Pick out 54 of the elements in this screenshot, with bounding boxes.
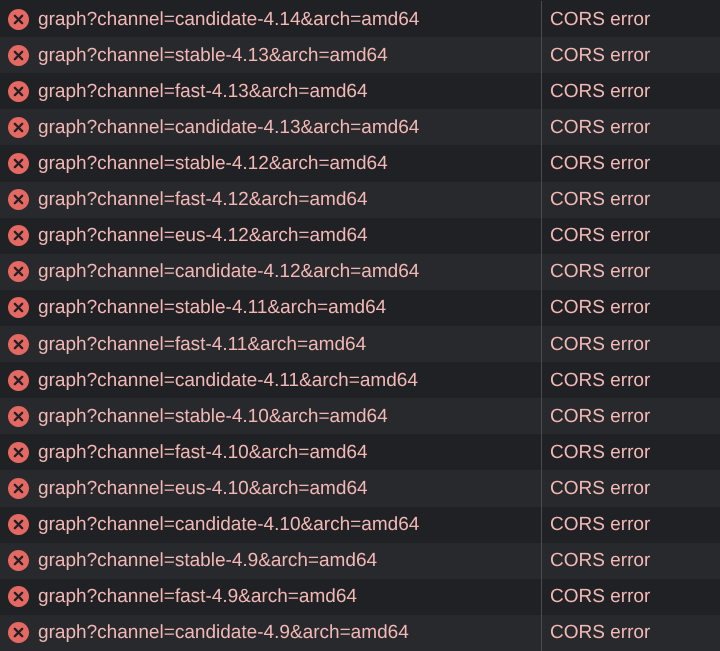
error-icon (8, 586, 29, 608)
request-name[interactable]: graph?channel=candidate-4.12&arch=amd64 (38, 262, 420, 282)
request-status: CORS error (550, 515, 650, 534)
request-status: CORS error (550, 46, 650, 65)
error-icon (8, 225, 29, 246)
error-icon (8, 334, 29, 355)
request-name[interactable]: graph?channel=stable-4.10&arch=amd64 (38, 406, 388, 426)
request-status: CORS error (550, 10, 650, 29)
error-icon (8, 8, 29, 30)
error-icon (8, 514, 29, 536)
request-status: CORS error (550, 334, 650, 354)
error-icon (8, 116, 29, 138)
request-status: CORS error (550, 298, 650, 318)
error-icon (8, 442, 29, 463)
request-status: CORS error (550, 551, 650, 570)
error-icon (8, 550, 29, 572)
error-icon (8, 297, 29, 318)
request-name[interactable]: graph?channel=eus-4.12&arch=amd64 (38, 226, 368, 246)
error-icon (8, 80, 29, 102)
request-name[interactable]: graph?channel=stable-4.9&arch=amd64 (38, 551, 378, 570)
error-icon (8, 189, 29, 210)
request-name[interactable]: graph?channel=fast-4.12&arch=amd64 (38, 190, 368, 210)
request-name[interactable]: graph?channel=candidate-4.9&arch=amd64 (38, 623, 409, 642)
request-status: CORS error (550, 82, 650, 101)
request-name[interactable]: graph?channel=eus-4.10&arch=amd64 (38, 478, 368, 498)
request-status: CORS error (550, 478, 650, 498)
request-name[interactable]: graph?channel=candidate-4.14&arch=amd64 (38, 10, 420, 29)
error-icon (8, 622, 29, 644)
request-name[interactable]: graph?channel=fast-4.9&arch=amd64 (38, 587, 358, 606)
error-icon (8, 44, 29, 66)
request-status: CORS error (550, 262, 650, 282)
request-status: CORS error (550, 154, 650, 173)
request-status: CORS error (550, 226, 650, 246)
request-status: CORS error (550, 623, 650, 642)
request-name[interactable]: graph?channel=candidate-4.10&arch=amd64 (38, 515, 420, 534)
error-icon (8, 152, 29, 174)
error-icon (8, 261, 29, 282)
request-name[interactable]: graph?channel=fast-4.10&arch=amd64 (38, 442, 368, 462)
request-status: CORS error (550, 190, 650, 210)
request-status: CORS error (550, 118, 650, 137)
request-status: CORS error (550, 587, 650, 606)
request-status: CORS error (550, 442, 650, 462)
request-name[interactable]: graph?channel=candidate-4.11&arch=amd64 (38, 370, 418, 390)
request-name[interactable]: graph?channel=stable-4.13&arch=amd64 (38, 46, 388, 65)
request-name[interactable]: graph?channel=stable-4.12&arch=amd64 (38, 154, 388, 173)
error-icon (8, 478, 29, 499)
request-status: CORS error (550, 370, 650, 390)
error-icon (8, 370, 29, 391)
request-name[interactable]: graph?channel=fast-4.13&arch=amd64 (38, 82, 368, 101)
request-status: CORS error (550, 406, 650, 426)
request-name[interactable]: graph?channel=stable-4.11&arch=amd64 (38, 298, 386, 318)
error-icon (8, 406, 29, 427)
request-name[interactable]: graph?channel=candidate-4.13&arch=amd64 (38, 118, 420, 137)
request-name[interactable]: graph?channel=fast-4.11&arch=amd64 (38, 334, 366, 354)
